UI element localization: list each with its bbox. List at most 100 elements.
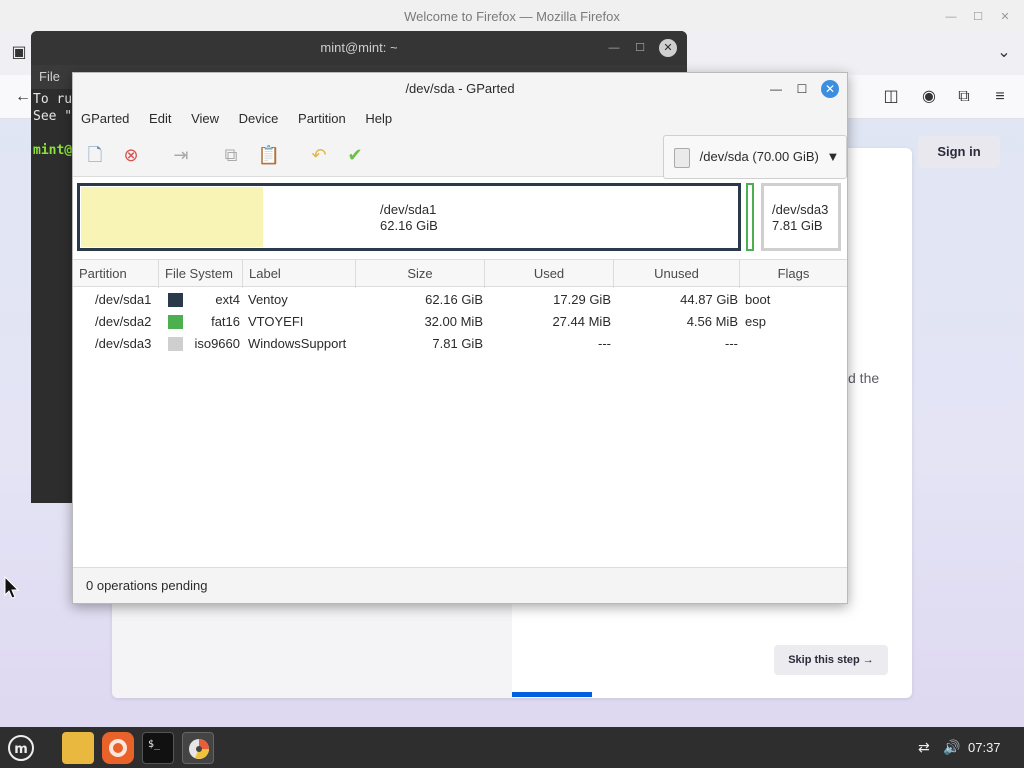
cell-unused: --- bbox=[725, 336, 738, 351]
apply-icon[interactable]: ✔ bbox=[343, 143, 367, 167]
diskmap-partition-sda3[interactable]: /dev/sda3 7.81 GiB bbox=[761, 183, 841, 251]
files-icon[interactable] bbox=[62, 732, 94, 764]
filesystem-color-swatch bbox=[168, 293, 183, 307]
taskbar: m $_ ⇄ 🔊 07:37 bbox=[0, 727, 1024, 768]
maximize-icon[interactable]: ☐ bbox=[793, 80, 811, 98]
back-icon[interactable]: ← bbox=[13, 87, 33, 107]
device-selector[interactable]: /dev/sda (70.00 GiB) ▼ bbox=[663, 135, 847, 179]
diskmap-partition-size: 62.16 GiB bbox=[380, 218, 438, 233]
list-all-tabs-icon[interactable]: ⌄ bbox=[994, 43, 1014, 63]
menu-gparted[interactable]: GParted bbox=[81, 111, 129, 126]
close-icon[interactable]: ✕ bbox=[659, 39, 677, 57]
gparted-toolbar: 🗋 ⊗ ⇥ ⧉ 📋 ↶ ✔ /dev/sda (70.00 GiB) ▼ bbox=[73, 133, 847, 179]
menu-partition[interactable]: Partition bbox=[298, 111, 346, 126]
app-menu-icon[interactable]: ≡ bbox=[990, 87, 1010, 107]
cell-used: --- bbox=[598, 336, 611, 351]
column-header-unused[interactable]: Unused bbox=[614, 260, 740, 288]
minimize-icon[interactable]: — bbox=[767, 80, 785, 98]
cell-used: 17.29 GiB bbox=[553, 292, 611, 307]
volume-icon[interactable]: 🔊 bbox=[943, 738, 960, 756]
diskmap-partition-sda1[interactable]: /dev/sda1 62.16 GiB bbox=[77, 183, 741, 251]
undo-icon[interactable]: ↶ bbox=[307, 143, 331, 167]
svg-text:$_: $_ bbox=[148, 739, 161, 750]
diskmap-partition-size: 7.81 GiB bbox=[772, 218, 823, 233]
cell-partition: /dev/sda1 bbox=[95, 292, 152, 307]
close-icon[interactable]: ✕ bbox=[998, 10, 1012, 24]
table-row[interactable]: /dev/sda1 ext4 Ventoy 62.16 GiB 17.29 Gi… bbox=[73, 289, 847, 311]
resize-move-icon[interactable]: ⇥ bbox=[169, 143, 193, 167]
column-header-flags[interactable]: Flags bbox=[740, 260, 847, 288]
cell-used: 27.44 MiB bbox=[552, 314, 611, 329]
menu-view[interactable]: View bbox=[191, 111, 219, 126]
diskmap-used-area bbox=[81, 187, 263, 247]
diskmap-partition-name: /dev/sda3 bbox=[772, 202, 829, 217]
gparted-icon[interactable] bbox=[182, 732, 214, 764]
cell-unused: 44.87 GiB bbox=[680, 292, 738, 307]
cell-filesystem: ext4 bbox=[215, 292, 240, 307]
column-header-size[interactable]: Size bbox=[356, 260, 485, 288]
cell-flags: boot bbox=[745, 292, 771, 307]
cell-label: WindowsSupport bbox=[248, 336, 347, 351]
status-bar: 0 operations pending bbox=[73, 567, 847, 603]
firefox-window-title: Welcome to Firefox — Mozilla Firefox bbox=[404, 9, 620, 24]
firefox-view-icon[interactable]: ▣ bbox=[9, 43, 29, 63]
terminal-icon[interactable]: $_ bbox=[142, 732, 174, 764]
filesystem-color-swatch bbox=[168, 315, 183, 329]
gparted-title: /dev/sda - GParted bbox=[405, 81, 515, 96]
column-header-partition[interactable]: Partition bbox=[73, 260, 159, 288]
new-icon[interactable]: 🗋 bbox=[83, 143, 107, 167]
menu-help[interactable]: Help bbox=[365, 111, 392, 126]
cell-unused: 4.56 MiB bbox=[686, 314, 738, 329]
cell-filesystem: fat16 bbox=[211, 314, 240, 329]
table-row[interactable]: /dev/sda3 iso9660 WindowsSupport 7.81 Gi… bbox=[73, 333, 847, 355]
diskmap-sda3-text: /dev/sda3 7.81 GiB bbox=[772, 202, 828, 234]
partition-table: Partition File System Label Size Used Un… bbox=[73, 259, 847, 355]
maximize-icon[interactable]: ☐ bbox=[971, 10, 985, 24]
account-icon[interactable]: ◉ bbox=[919, 87, 939, 107]
column-header-label[interactable]: Label bbox=[243, 260, 356, 288]
paste-icon[interactable]: 📋 bbox=[257, 143, 281, 167]
column-header-used[interactable]: Used bbox=[485, 260, 614, 288]
copy-icon[interactable]: ⧉ bbox=[219, 143, 243, 167]
cell-size: 7.81 GiB bbox=[432, 336, 483, 351]
clock[interactable]: 07:37 bbox=[968, 727, 1001, 768]
gparted-window[interactable]: /dev/sda - GParted — ☐ ✕ GParted Edit Vi… bbox=[72, 72, 848, 604]
diskmap-partition-name: /dev/sda1 bbox=[380, 202, 437, 217]
network-icon[interactable]: ⇄ bbox=[918, 738, 930, 756]
close-icon[interactable]: ✕ bbox=[821, 80, 839, 98]
table-header: Partition File System Label Size Used Un… bbox=[73, 259, 847, 288]
diskmap-sda1-text: /dev/sda1 62.16 GiB bbox=[380, 202, 438, 234]
extensions-icon[interactable]: ⧉ bbox=[954, 87, 974, 107]
minimize-icon[interactable]: — bbox=[605, 39, 623, 57]
filesystem-color-swatch bbox=[168, 337, 183, 351]
menu-icon[interactable]: m bbox=[4, 732, 38, 764]
onboarding-progress bbox=[512, 692, 592, 697]
cell-label: VTOYEFI bbox=[248, 314, 304, 329]
minimize-icon[interactable]: — bbox=[944, 10, 958, 24]
menu-file[interactable]: File bbox=[39, 69, 60, 84]
sign-in-button[interactable]: Sign in bbox=[918, 136, 1000, 168]
welcome-text-fragment: d the bbox=[848, 370, 880, 386]
chevron-down-icon: ▼ bbox=[826, 149, 840, 164]
skip-step-button[interactable]: Skip this step → bbox=[774, 645, 888, 675]
firefox-icon[interactable] bbox=[102, 732, 134, 764]
maximize-icon[interactable]: ☐ bbox=[631, 39, 649, 57]
terminal-titlebar: mint@mint: ~ — ☐ ✕ bbox=[31, 31, 687, 65]
disk-icon bbox=[674, 147, 690, 168]
delete-icon[interactable]: ⊗ bbox=[119, 143, 143, 167]
gparted-titlebar: /dev/sda - GParted — ☐ ✕ bbox=[73, 73, 847, 105]
cell-size: 32.00 MiB bbox=[424, 314, 483, 329]
svg-text:m: m bbox=[14, 742, 28, 757]
cell-partition: /dev/sda3 bbox=[95, 336, 152, 351]
diskmap-partition-sda2[interactable] bbox=[746, 183, 754, 251]
column-header-filesystem[interactable]: File System bbox=[159, 260, 243, 288]
menu-device[interactable]: Device bbox=[239, 111, 279, 126]
cell-filesystem: iso9660 bbox=[194, 336, 240, 351]
menu-edit[interactable]: Edit bbox=[149, 111, 171, 126]
table-row[interactable]: /dev/sda2 fat16 VTOYEFI 32.00 MiB 27.44 … bbox=[73, 311, 847, 333]
device-selector-label: /dev/sda (70.00 GiB) bbox=[699, 149, 819, 164]
terminal-title: mint@mint: ~ bbox=[320, 40, 398, 55]
mouse-pointer-icon bbox=[4, 576, 20, 599]
disk-map: /dev/sda1 62.16 GiB /dev/sda3 7.81 GiB bbox=[77, 181, 845, 253]
pocket-icon[interactable]: ◫ bbox=[881, 87, 901, 107]
